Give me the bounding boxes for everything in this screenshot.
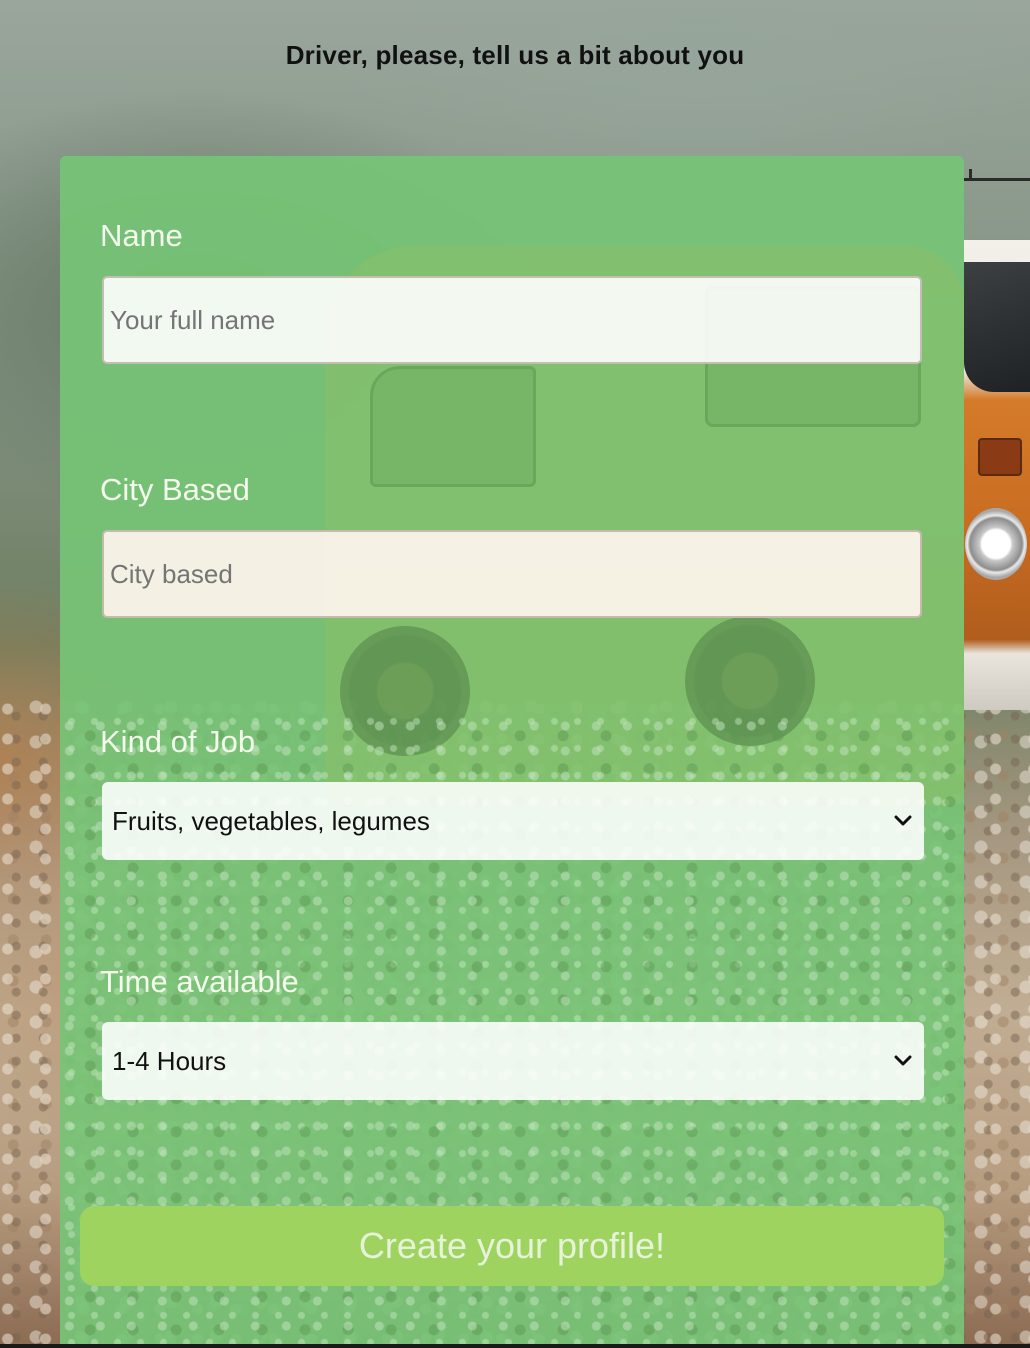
profile-form-card: Name City Based Kind of Job Fruits, vege… xyxy=(60,156,964,1348)
van-headlight xyxy=(965,508,1027,580)
time-select-value: 1-4 Hours xyxy=(112,1045,227,1076)
page-title: Driver, please, tell us a bit about you xyxy=(285,40,745,70)
time-select[interactable]: 1-4 Hours xyxy=(102,1022,924,1100)
chevron-down-icon xyxy=(892,810,914,832)
city-input[interactable] xyxy=(102,530,922,618)
page-root: Driver, please, tell us a bit about you … xyxy=(0,0,1030,1348)
job-label: Kind of Job xyxy=(100,724,256,759)
name-input[interactable] xyxy=(102,276,922,364)
van-window xyxy=(964,262,1030,392)
bottom-edge xyxy=(0,1344,1030,1348)
van-indicator-light xyxy=(978,438,1022,476)
job-select[interactable]: Fruits, vegetables, legumes xyxy=(102,782,924,860)
job-select-value: Fruits, vegetables, legumes xyxy=(112,805,430,836)
city-label: City Based xyxy=(100,472,250,507)
van-roof-rack xyxy=(964,169,1030,241)
time-label: Time available xyxy=(100,964,299,999)
chevron-down-icon xyxy=(892,1050,914,1072)
name-label: Name xyxy=(100,218,183,253)
create-profile-button[interactable]: Create your profile! xyxy=(80,1206,944,1286)
van-overlay-window xyxy=(370,366,536,487)
